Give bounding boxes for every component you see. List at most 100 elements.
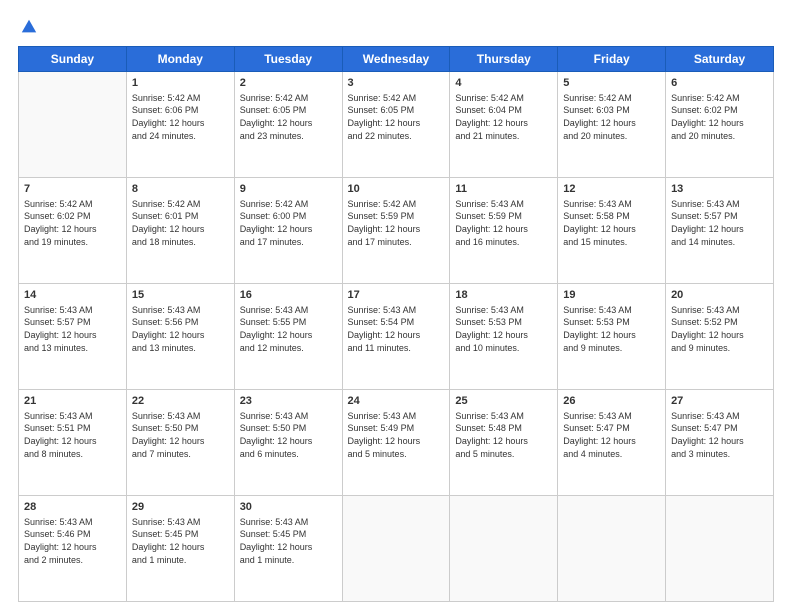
day-info: Sunrise: 5:43 AM Sunset: 5:48 PM Dayligh… [455,410,552,460]
day-number: 18 [455,288,552,303]
calendar-cell: 12Sunrise: 5:43 AM Sunset: 5:58 PM Dayli… [558,178,666,284]
day-info: Sunrise: 5:43 AM Sunset: 5:50 PM Dayligh… [240,410,337,460]
day-number: 12 [563,182,660,197]
calendar-cell: 3Sunrise: 5:42 AM Sunset: 6:05 PM Daylig… [342,72,450,178]
calendar-cell: 5Sunrise: 5:42 AM Sunset: 6:03 PM Daylig… [558,72,666,178]
day-number: 21 [24,394,121,409]
calendar-cell: 19Sunrise: 5:43 AM Sunset: 5:53 PM Dayli… [558,284,666,390]
day-info: Sunrise: 5:42 AM Sunset: 6:00 PM Dayligh… [240,198,337,248]
day-info: Sunrise: 5:42 AM Sunset: 6:03 PM Dayligh… [563,92,660,142]
weekday-header-monday: Monday [126,47,234,72]
day-number: 16 [240,288,337,303]
day-info: Sunrise: 5:42 AM Sunset: 6:02 PM Dayligh… [671,92,768,142]
day-number: 7 [24,182,121,197]
day-number: 23 [240,394,337,409]
day-number: 11 [455,182,552,197]
calendar-cell: 27Sunrise: 5:43 AM Sunset: 5:47 PM Dayli… [666,390,774,496]
day-number: 28 [24,500,121,515]
day-info: Sunrise: 5:43 AM Sunset: 5:59 PM Dayligh… [455,198,552,248]
day-info: Sunrise: 5:42 AM Sunset: 6:06 PM Dayligh… [132,92,229,142]
header [18,18,774,36]
logo-icon [20,18,38,36]
weekday-header-wednesday: Wednesday [342,47,450,72]
week-row-2: 7Sunrise: 5:42 AM Sunset: 6:02 PM Daylig… [19,178,774,284]
day-info: Sunrise: 5:42 AM Sunset: 5:59 PM Dayligh… [348,198,445,248]
day-number: 6 [671,76,768,91]
calendar-cell: 25Sunrise: 5:43 AM Sunset: 5:48 PM Dayli… [450,390,558,496]
calendar-cell: 22Sunrise: 5:43 AM Sunset: 5:50 PM Dayli… [126,390,234,496]
day-info: Sunrise: 5:43 AM Sunset: 5:47 PM Dayligh… [563,410,660,460]
day-number: 22 [132,394,229,409]
week-row-1: 1Sunrise: 5:42 AM Sunset: 6:06 PM Daylig… [19,72,774,178]
calendar-cell [450,496,558,602]
calendar-table: SundayMondayTuesdayWednesdayThursdayFrid… [18,46,774,602]
day-info: Sunrise: 5:43 AM Sunset: 5:46 PM Dayligh… [24,516,121,566]
calendar-cell: 17Sunrise: 5:43 AM Sunset: 5:54 PM Dayli… [342,284,450,390]
day-number: 8 [132,182,229,197]
calendar-cell: 6Sunrise: 5:42 AM Sunset: 6:02 PM Daylig… [666,72,774,178]
day-info: Sunrise: 5:43 AM Sunset: 5:51 PM Dayligh… [24,410,121,460]
page: SundayMondayTuesdayWednesdayThursdayFrid… [0,0,792,612]
day-info: Sunrise: 5:43 AM Sunset: 5:47 PM Dayligh… [671,410,768,460]
logo [18,18,39,36]
calendar-cell [666,496,774,602]
calendar-cell: 1Sunrise: 5:42 AM Sunset: 6:06 PM Daylig… [126,72,234,178]
day-info: Sunrise: 5:43 AM Sunset: 5:53 PM Dayligh… [455,304,552,354]
day-number: 20 [671,288,768,303]
day-number: 15 [132,288,229,303]
calendar-cell: 26Sunrise: 5:43 AM Sunset: 5:47 PM Dayli… [558,390,666,496]
day-number: 2 [240,76,337,91]
day-info: Sunrise: 5:43 AM Sunset: 5:49 PM Dayligh… [348,410,445,460]
weekday-header-sunday: Sunday [19,47,127,72]
day-number: 24 [348,394,445,409]
day-info: Sunrise: 5:43 AM Sunset: 5:54 PM Dayligh… [348,304,445,354]
day-info: Sunrise: 5:43 AM Sunset: 5:57 PM Dayligh… [671,198,768,248]
calendar-cell: 14Sunrise: 5:43 AM Sunset: 5:57 PM Dayli… [19,284,127,390]
day-info: Sunrise: 5:43 AM Sunset: 5:50 PM Dayligh… [132,410,229,460]
weekday-header-saturday: Saturday [666,47,774,72]
day-info: Sunrise: 5:43 AM Sunset: 5:57 PM Dayligh… [24,304,121,354]
calendar-cell: 28Sunrise: 5:43 AM Sunset: 5:46 PM Dayli… [19,496,127,602]
calendar-cell: 30Sunrise: 5:43 AM Sunset: 5:45 PM Dayli… [234,496,342,602]
calendar-cell: 4Sunrise: 5:42 AM Sunset: 6:04 PM Daylig… [450,72,558,178]
day-number: 26 [563,394,660,409]
day-info: Sunrise: 5:42 AM Sunset: 6:05 PM Dayligh… [348,92,445,142]
calendar-cell [342,496,450,602]
weekday-header-row: SundayMondayTuesdayWednesdayThursdayFrid… [19,47,774,72]
day-number: 10 [348,182,445,197]
day-info: Sunrise: 5:43 AM Sunset: 5:58 PM Dayligh… [563,198,660,248]
day-info: Sunrise: 5:43 AM Sunset: 5:45 PM Dayligh… [132,516,229,566]
calendar-cell [19,72,127,178]
day-number: 17 [348,288,445,303]
day-info: Sunrise: 5:43 AM Sunset: 5:55 PM Dayligh… [240,304,337,354]
day-number: 1 [132,76,229,91]
day-number: 13 [671,182,768,197]
calendar-cell: 13Sunrise: 5:43 AM Sunset: 5:57 PM Dayli… [666,178,774,284]
calendar-cell [558,496,666,602]
day-number: 30 [240,500,337,515]
day-number: 19 [563,288,660,303]
day-info: Sunrise: 5:43 AM Sunset: 5:56 PM Dayligh… [132,304,229,354]
day-info: Sunrise: 5:42 AM Sunset: 6:02 PM Dayligh… [24,198,121,248]
weekday-header-tuesday: Tuesday [234,47,342,72]
calendar-cell: 29Sunrise: 5:43 AM Sunset: 5:45 PM Dayli… [126,496,234,602]
day-number: 3 [348,76,445,91]
day-info: Sunrise: 5:43 AM Sunset: 5:53 PM Dayligh… [563,304,660,354]
calendar-cell: 2Sunrise: 5:42 AM Sunset: 6:05 PM Daylig… [234,72,342,178]
day-number: 25 [455,394,552,409]
week-row-4: 21Sunrise: 5:43 AM Sunset: 5:51 PM Dayli… [19,390,774,496]
day-number: 9 [240,182,337,197]
calendar-cell: 16Sunrise: 5:43 AM Sunset: 5:55 PM Dayli… [234,284,342,390]
day-number: 27 [671,394,768,409]
day-info: Sunrise: 5:42 AM Sunset: 6:04 PM Dayligh… [455,92,552,142]
day-info: Sunrise: 5:43 AM Sunset: 5:52 PM Dayligh… [671,304,768,354]
day-number: 29 [132,500,229,515]
day-number: 14 [24,288,121,303]
calendar-cell: 23Sunrise: 5:43 AM Sunset: 5:50 PM Dayli… [234,390,342,496]
calendar-cell: 11Sunrise: 5:43 AM Sunset: 5:59 PM Dayli… [450,178,558,284]
weekday-header-friday: Friday [558,47,666,72]
calendar-cell: 18Sunrise: 5:43 AM Sunset: 5:53 PM Dayli… [450,284,558,390]
week-row-3: 14Sunrise: 5:43 AM Sunset: 5:57 PM Dayli… [19,284,774,390]
day-number: 5 [563,76,660,91]
calendar-cell: 20Sunrise: 5:43 AM Sunset: 5:52 PM Dayli… [666,284,774,390]
